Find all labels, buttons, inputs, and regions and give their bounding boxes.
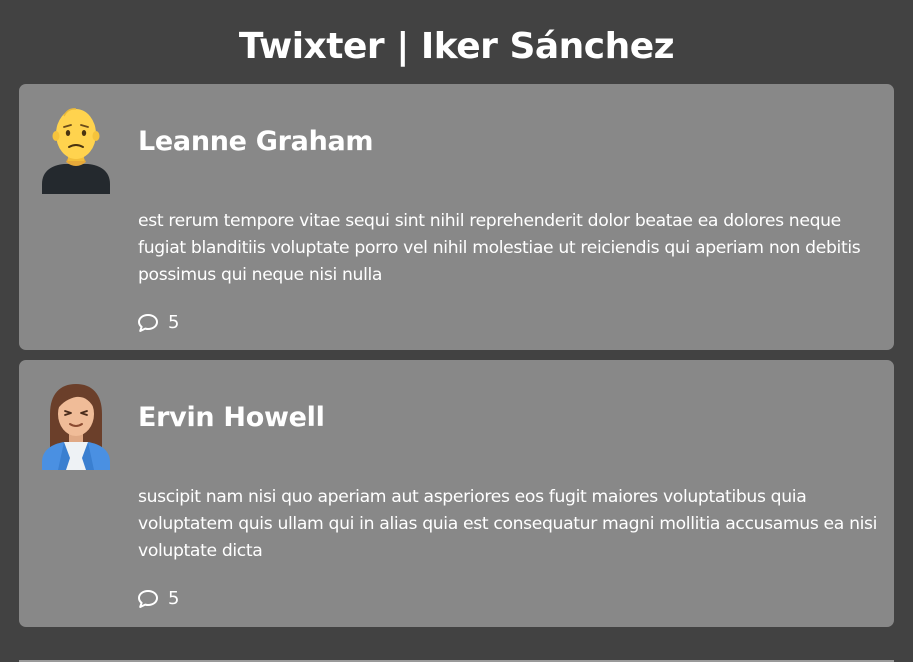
- post-card: Leanne Graham est rerum tempore vitae se…: [19, 84, 894, 350]
- comment-bubble-icon: [138, 589, 158, 608]
- post-body: suscipit nam nisi quo aperiam aut asperi…: [138, 487, 878, 561]
- page-title: Twixter | Iker Sánchez: [238, 26, 675, 67]
- comments-button[interactable]: 5: [137, 588, 179, 609]
- post-body: est rerum tempore vitae sequi sint nihil…: [138, 211, 861, 285]
- comment-bubble-icon: [138, 313, 158, 332]
- post-author[interactable]: Ervin Howell: [138, 402, 325, 433]
- woman-avatar-icon: [42, 384, 110, 470]
- comment-count: 5: [168, 312, 180, 333]
- bald-man-avatar-icon: [42, 108, 110, 194]
- post-author[interactable]: Leanne Graham: [138, 126, 374, 157]
- post-card: Ervin Howell suscipit nam nisi quo aperi…: [19, 360, 894, 627]
- comment-count: 5: [168, 588, 180, 609]
- comments-button[interactable]: 5: [137, 312, 179, 333]
- post-feed: Leanne Graham est rerum tempore vitae se…: [0, 84, 913, 627]
- page: Twixter | Iker Sánchez Leanne Graham est…: [0, 0, 913, 662]
